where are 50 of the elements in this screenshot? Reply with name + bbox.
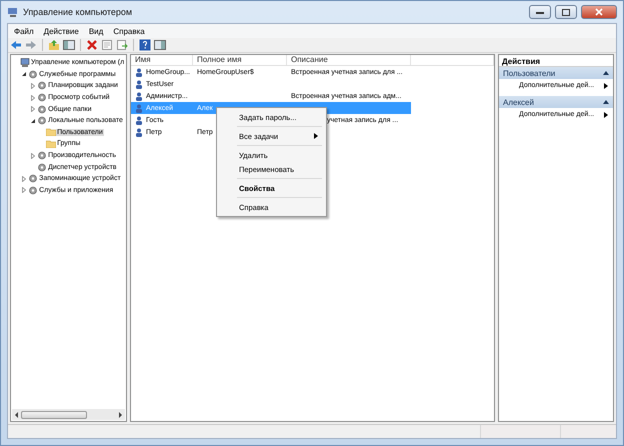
collapsed-arrow-icon[interactable] bbox=[30, 152, 36, 159]
collapse-arrow-icon[interactable] bbox=[603, 71, 609, 75]
maximize-icon bbox=[562, 8, 570, 16]
properties-icon[interactable] bbox=[101, 39, 113, 51]
minimize-button[interactable] bbox=[529, 5, 551, 19]
menu-item[interactable]: Справка bbox=[113, 26, 145, 36]
submenu-arrow-icon bbox=[604, 112, 608, 118]
back-arrow-icon[interactable] bbox=[10, 39, 22, 51]
close-icon bbox=[595, 8, 603, 16]
computer-icon bbox=[20, 58, 30, 68]
collapsed-arrow-icon[interactable] bbox=[21, 187, 28, 194]
panel-icon[interactable] bbox=[63, 39, 75, 51]
scroll-left-icon[interactable] bbox=[14, 412, 19, 418]
expanded-arrow-icon[interactable] bbox=[30, 118, 36, 124]
user-icon bbox=[135, 80, 144, 88]
app-icon bbox=[7, 6, 19, 18]
actions-section-header[interactable]: Алексей bbox=[499, 96, 613, 108]
user-icon bbox=[135, 92, 144, 100]
collapsed-arrow-icon[interactable] bbox=[30, 106, 36, 112]
user-icon bbox=[135, 68, 144, 76]
menu-item[interactable]: Действие bbox=[44, 26, 79, 36]
delete-icon[interactable] bbox=[86, 39, 98, 51]
folder-icon bbox=[46, 140, 56, 148]
user-icon bbox=[135, 128, 144, 136]
scroll-right-icon[interactable] bbox=[118, 412, 123, 418]
collapse-arrow-icon[interactable] bbox=[603, 100, 609, 104]
collapsed-arrow-icon[interactable] bbox=[30, 82, 36, 89]
export-icon[interactable] bbox=[116, 39, 128, 51]
folder-up-icon[interactable] bbox=[48, 39, 60, 51]
user-icon bbox=[135, 104, 144, 112]
user-icon bbox=[135, 116, 144, 124]
collapsed-arrow-icon[interactable] bbox=[30, 94, 36, 101]
column-header[interactable]: Описание bbox=[287, 55, 411, 65]
menu-item[interactable]: Файл bbox=[14, 26, 34, 36]
submenu-arrow-icon bbox=[604, 82, 608, 88]
horizontal-scrollbar[interactable] bbox=[12, 409, 125, 420]
expanded-arrow-icon[interactable] bbox=[21, 71, 28, 78]
column-header[interactable]: Полное имя bbox=[193, 55, 287, 65]
submenu-arrow-icon bbox=[314, 133, 318, 139]
maximize-button[interactable] bbox=[555, 5, 577, 19]
close-button[interactable] bbox=[581, 5, 617, 19]
folder-icon bbox=[46, 128, 56, 136]
minimize-icon bbox=[536, 10, 544, 14]
column-header[interactable]: Имя bbox=[131, 55, 193, 65]
panel-icon[interactable] bbox=[154, 39, 166, 51]
actions-section-header[interactable]: Пользователи bbox=[499, 67, 613, 79]
help-icon[interactable] bbox=[139, 39, 151, 51]
menu-item[interactable]: Вид bbox=[88, 26, 104, 36]
collapsed-arrow-icon[interactable] bbox=[21, 176, 28, 182]
window-title: Управление компьютером bbox=[23, 7, 134, 17]
